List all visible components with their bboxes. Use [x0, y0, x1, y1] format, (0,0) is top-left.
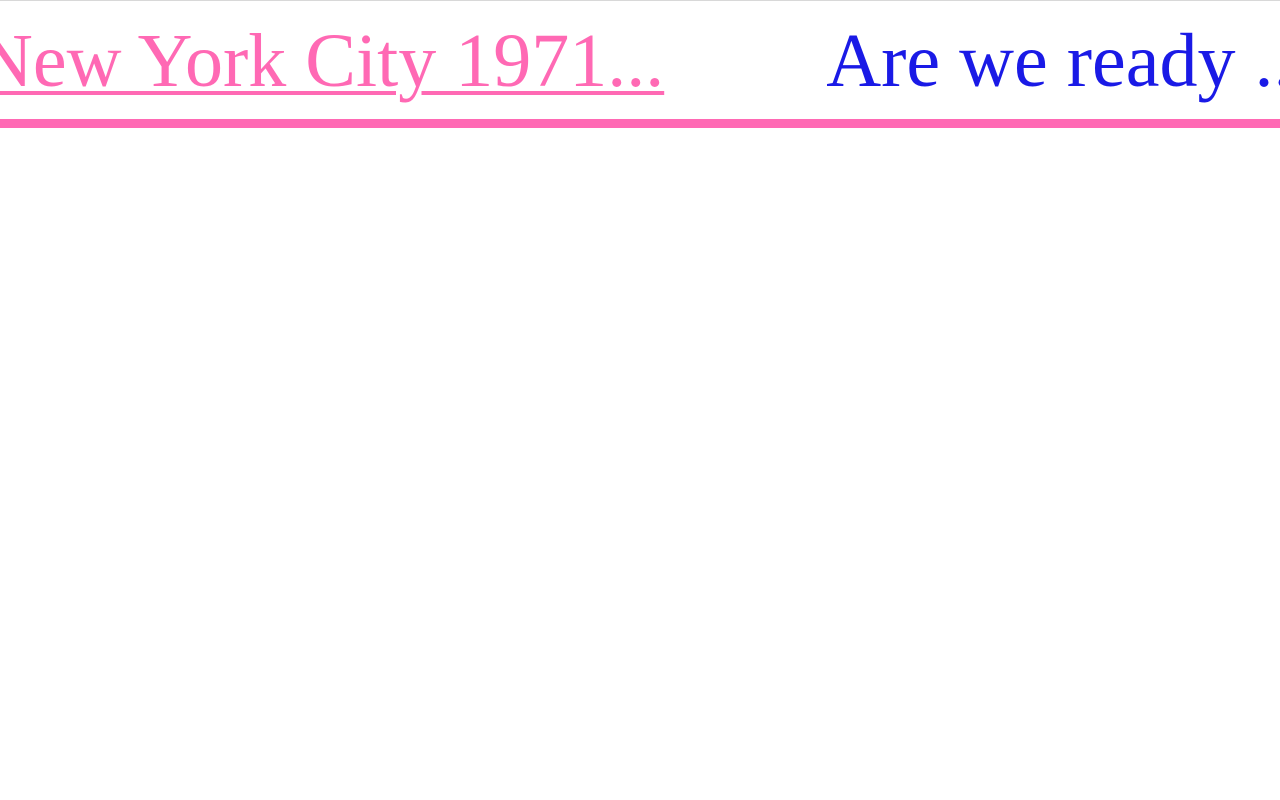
header-divider [0, 119, 1280, 128]
main-content-area [0, 128, 1280, 800]
headline-ticker: New York City 1971... Are we ready ... [0, 0, 1280, 128]
headline-link-new-york-city[interactable]: New York City 1971... [0, 19, 664, 103]
ticker-track: New York City 1971... Are we ready ... [0, 19, 1280, 103]
headline-text-are-we-ready: Are we ready ... [826, 19, 1280, 103]
